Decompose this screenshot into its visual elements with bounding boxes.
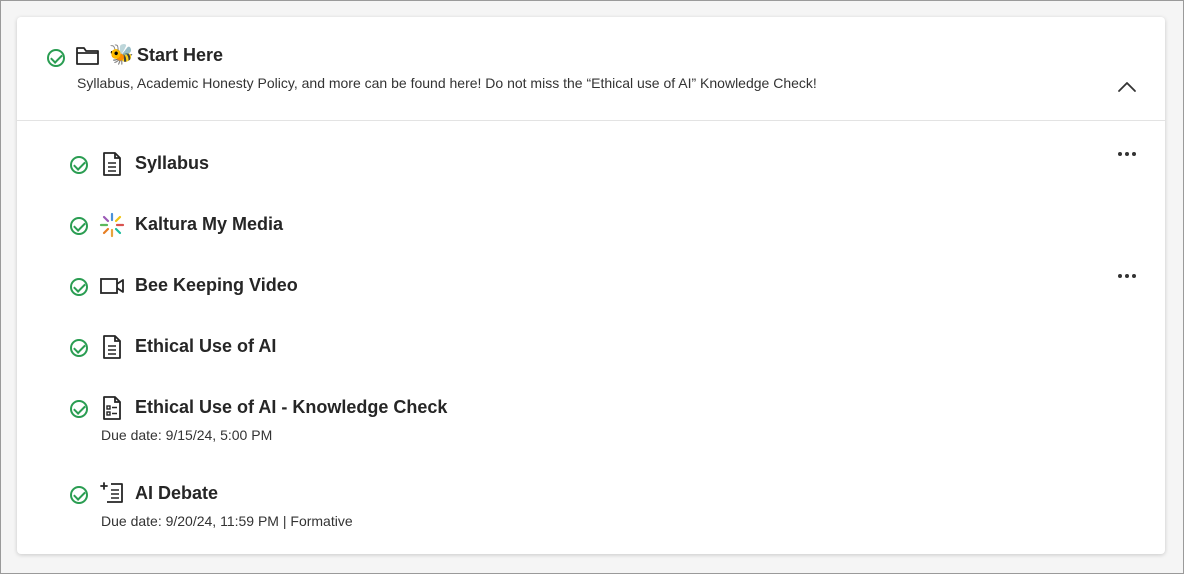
video-icon (100, 278, 124, 294)
item-title[interactable]: AI Debate (135, 483, 218, 504)
check-circle-icon (70, 486, 88, 504)
chevron-up-icon[interactable] (1115, 75, 1139, 99)
list-item-knowledge-check[interactable]: Ethical Use of AI - Knowledge Check Due … (17, 385, 1165, 447)
item-title[interactable]: Bee Keeping Video (135, 275, 298, 296)
item-title[interactable]: Kaltura My Media (135, 214, 283, 235)
bee-emoji: 🐝 (109, 44, 134, 66)
item-title[interactable]: Syllabus (135, 153, 209, 174)
more-options-button[interactable] (1117, 271, 1139, 281)
list-item-ethical-ai[interactable]: Ethical Use of AI (17, 325, 1165, 365)
check-circle-icon (70, 400, 88, 418)
folder-card: 🐝 Start Here Syllabus, Academic Honesty … (17, 17, 1165, 554)
page-frame: 🐝 Start Here Syllabus, Academic Honesty … (0, 0, 1184, 574)
folder-icon (76, 47, 99, 65)
document-icon (103, 335, 121, 359)
check-circle-icon (70, 217, 88, 235)
item-title[interactable]: Ethical Use of AI - Knowledge Check (135, 397, 447, 418)
list-item-syllabus[interactable]: Syllabus (17, 141, 1165, 181)
kaltura-icon (99, 212, 125, 238)
list-item-bee-video[interactable]: Bee Keeping Video (17, 263, 1165, 303)
folder-header[interactable]: 🐝 Start Here Syllabus, Academic Honesty … (17, 17, 1165, 121)
check-circle-icon (70, 339, 88, 357)
more-options-button[interactable] (1117, 149, 1139, 159)
check-circle-icon (70, 278, 88, 296)
check-circle-icon (70, 156, 88, 174)
due-date: Due date: 9/15/24, 5:00 PM (101, 427, 273, 443)
folder-description: Syllabus, Academic Honesty Policy, and m… (77, 75, 817, 91)
item-title[interactable]: Ethical Use of AI (135, 336, 276, 357)
due-date: Due date: 9/20/24, 11:59 PM | Formative (101, 513, 353, 529)
folder-title[interactable]: Start Here (137, 45, 223, 66)
list-item-ai-debate[interactable]: AI Debate Due date: 9/20/24, 11:59 PM | … (17, 471, 1165, 533)
test-icon (103, 396, 121, 420)
check-circle-icon (47, 49, 65, 67)
document-icon (103, 152, 121, 176)
list-item-kaltura[interactable]: Kaltura My Media (17, 203, 1165, 243)
discussion-icon (100, 482, 123, 503)
